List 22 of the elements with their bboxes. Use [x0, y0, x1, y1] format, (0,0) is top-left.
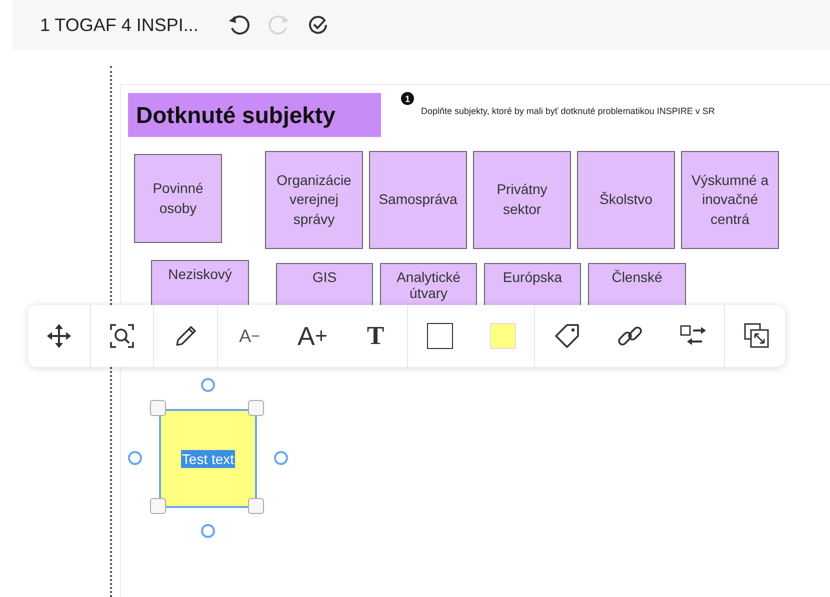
- sticky-note[interactable]: Neziskový: [151, 260, 249, 306]
- resize-handle[interactable]: [150, 498, 166, 514]
- board-title: Dotknuté subjekty: [128, 93, 381, 137]
- connector-handle[interactable]: [128, 451, 142, 465]
- sticky-note[interactable]: Privátny sektor: [473, 151, 571, 249]
- move-arrows-icon: [45, 322, 73, 350]
- connector-handle[interactable]: [274, 451, 288, 465]
- resize-handle[interactable]: [248, 400, 264, 416]
- sticky-note[interactable]: Výskumné a inovačné centrá: [681, 151, 779, 249]
- number-badge: 1: [401, 92, 414, 105]
- search-icon: [108, 322, 136, 350]
- sticky-note[interactable]: Organizácie verejnej správy: [265, 151, 363, 249]
- instruction-text: Doplňte subjekty, ktoré by mali byť dotknuté problematikou INSPIRE v SR: [421, 106, 715, 116]
- sticky-note[interactable]: Samospráva: [369, 151, 467, 249]
- document-title[interactable]: 1 TOGAF 4 INSPI...: [40, 14, 198, 36]
- connector-handle[interactable]: [201, 378, 215, 392]
- resize-icon: [742, 321, 772, 351]
- sticky-note[interactable]: Povinné osoby: [134, 154, 222, 243]
- resize-handle[interactable]: [248, 498, 264, 514]
- resize-handle[interactable]: [150, 400, 166, 416]
- connector-handle[interactable]: [201, 524, 215, 538]
- sticky-note[interactable]: Školstvo: [577, 151, 675, 249]
